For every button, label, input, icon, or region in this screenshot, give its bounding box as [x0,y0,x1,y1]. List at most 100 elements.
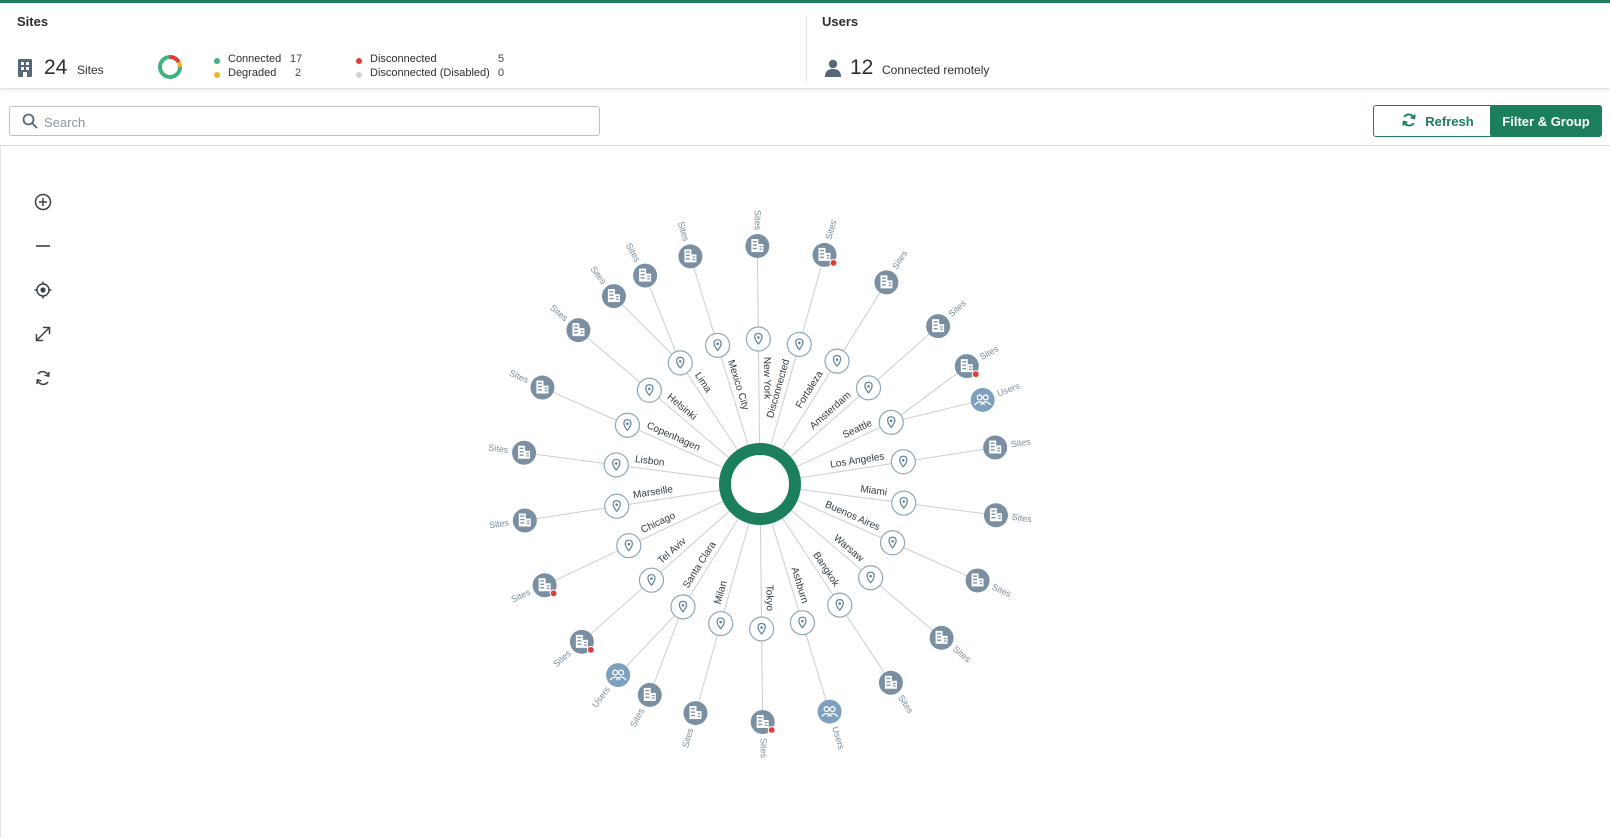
location-node-tokyo[interactable] [749,616,775,642]
location-label-lima: Lima [692,371,713,396]
edge-hub-bangkok [778,512,841,606]
topology-graph[interactable]: SitesMexico CitySitesNew YorkSitesDiscon… [0,146,1610,838]
location-node-fortaleza[interactable] [824,348,850,374]
sites-leaf-label: Sites [758,738,768,759]
location-node-los-angeles[interactable] [890,449,916,475]
location-node-lisbon[interactable] [603,452,629,478]
location-node-marseille[interactable] [604,493,630,519]
users-node-seattle[interactable] [970,387,995,412]
location-node-copenhagen[interactable] [614,412,641,438]
edge-hub-santa-clara [682,513,742,608]
edge-marseille-leaf [524,505,617,521]
site-node-tokyo[interactable] [750,709,776,734]
disconnected-status-dot [549,589,558,598]
users-node-ashburn[interactable] [817,699,842,724]
location-label-lisbon: Lisbon [634,454,665,469]
location-node-warsaw[interactable] [858,565,884,591]
site-node-lima[interactable] [633,263,658,288]
disconnected-status-dot [767,726,776,734]
location-node-tel-aviv[interactable] [638,567,665,593]
location-node-bangkok[interactable] [827,592,853,618]
edge-hub-tokyo [759,518,763,629]
site-node-warsaw[interactable] [929,625,954,650]
sites-leaf-label: Sites [1011,512,1033,525]
edge-hub-milan [720,517,751,624]
location-node-helsinki[interactable] [636,377,662,403]
site-node-santa-clara[interactable] [637,682,662,707]
location-node-new-york[interactable] [745,326,771,352]
sites-leaf-label: Sites [676,220,692,243]
location-node-mexico-city[interactable] [705,332,731,358]
location-node-lima[interactable] [667,350,693,376]
site-node-mexico-city[interactable] [678,244,703,269]
location-node-disconnected[interactable] [786,331,812,358]
site-node-marseille[interactable] [512,508,537,533]
site-node-seattle[interactable] [954,354,980,379]
users-leaf-label: Users [590,684,612,709]
site-node-new-york[interactable] [745,234,770,259]
legend-degraded-value: 2 [295,67,302,79]
sites-leaf-label: Sites [990,582,1013,599]
edge-amsterdam-leaf [868,325,939,389]
summary-header: Sites 24 Sites Connected 17 Degraded 2 D… [0,3,1610,89]
location-node-miami[interactable] [891,490,917,516]
edge-seattle-leaf [890,365,968,423]
location-node-santa-clara[interactable] [670,594,696,620]
site-node-copenhagen[interactable] [530,375,555,400]
site-node-milan[interactable] [683,701,708,726]
sites-leaf-label: Sites [488,517,510,530]
location-node-ashburn[interactable] [789,610,815,636]
location-label-santa-clara: Santa Clara [681,539,719,590]
edge-los-angeles-leaf [903,447,996,463]
location-node-seattle[interactable] [878,409,904,435]
location-label-tokyo: Tokyo [763,585,774,612]
edge-buenos-aires-leaf [892,542,978,581]
edge-mexico-city-leaf [689,256,719,346]
users-node-santa-clara[interactable] [606,663,631,688]
site-node-bangkok[interactable] [878,670,903,695]
legend-disconnected-label: Disconnected [370,53,437,65]
hub-node[interactable] [719,443,801,525]
refresh-label: Refresh [1425,113,1474,129]
edge-copenhagen-leaf [542,387,628,426]
edge-chicago-leaf [544,545,629,586]
site-node-amsterdam[interactable] [926,314,951,339]
edge-bangkok-leaf [839,604,892,684]
search-box[interactable] [9,106,600,136]
sites-count: 24 [44,56,68,79]
site-node-miami[interactable] [983,503,1008,528]
location-node-amsterdam[interactable] [855,375,882,401]
location-node-chicago[interactable] [616,533,642,559]
sites-leaf-label: Sites [510,587,533,605]
location-node-milan[interactable] [708,610,734,637]
search-icon [22,113,38,134]
legend-disabled-value: 0 [498,67,505,79]
search-input[interactable] [44,113,584,131]
sites-leaf-label: Sites [823,218,838,240]
user-icon [824,59,842,82]
site-node-lisbon[interactable] [512,440,537,465]
site-node-disconnected[interactable] [812,242,838,267]
site-node-helsinki[interactable] [566,318,591,343]
site-node-chicago[interactable] [532,573,558,598]
location-label-mexico-city: Mexico City [725,359,751,412]
location-node-buenos-aires[interactable] [879,530,906,556]
users-leaf-label: Users [996,381,1022,399]
site-node-los-angeles[interactable] [983,435,1008,460]
site-node-fortaleza[interactable] [874,270,899,295]
refresh-button[interactable]: Refresh [1373,105,1502,137]
site-node-lima[interactable] [601,284,626,309]
sites-leaf-label: Sites [551,648,573,669]
sites-leaf-label: Sites [508,368,531,385]
sites-leaf-label: Sites [488,442,510,455]
filter-group-button[interactable]: Filter & Group [1490,105,1602,137]
sites-leaf-label: Sites [624,241,643,264]
edge-hub-miami [794,488,904,504]
sites-leaf-label: Sites [1010,436,1032,449]
location-label-los-angeles: Los Angeles [830,451,886,470]
degraded-dot [214,72,220,78]
legend-connected-value: 17 [290,53,303,65]
edge-miami-leaf [903,502,997,516]
location-label-miami: Miami [860,484,888,498]
site-node-buenos-aires[interactable] [965,568,990,593]
